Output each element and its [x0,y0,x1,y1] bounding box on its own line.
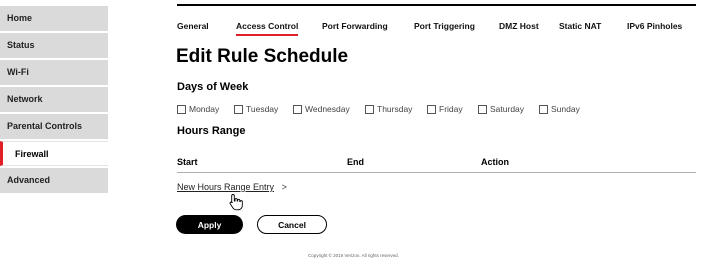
column-header-action: Action [481,157,509,167]
day-label: Thursday [377,104,413,114]
sidebar-item-home[interactable]: Home [0,6,108,31]
sidebar-item-status[interactable]: Status [0,33,108,58]
days-of-week-heading: Days of Week [177,81,249,93]
sidebar-item-parental-controls[interactable]: Parental Controls [0,114,108,139]
day-wednesday-option[interactable]: Wednesday [293,104,350,114]
wednesday-checkbox[interactable] [293,104,302,114]
tab-general[interactable]: General [177,21,209,31]
apply-button[interactable]: Apply [176,215,243,234]
table-divider [177,172,696,173]
day-sunday-option[interactable]: Sunday [539,104,580,114]
day-label: Sunday [551,104,580,114]
cancel-button[interactable]: Cancel [257,215,327,234]
hand-pointer-cursor-icon [229,194,243,211]
day-label: Wednesday [305,104,350,114]
day-friday-option[interactable]: Friday [427,104,463,114]
thursday-checkbox[interactable] [365,104,374,114]
day-label: Monday [189,104,220,114]
copyright-footer: Copyright © 2019 Verizon. All rights res… [308,253,399,258]
sidebar-item-firewall[interactable]: Firewall [0,141,108,166]
day-label: Saturday [490,104,525,114]
day-saturday-option[interactable]: Saturday [478,104,524,114]
tab-port-forwarding[interactable]: Port Forwarding [322,21,388,31]
sidebar-item-wifi[interactable]: Wi-Fi [0,60,108,85]
sidebar-item-advanced[interactable]: Advanced [0,168,108,193]
friday-checkbox[interactable] [427,104,436,114]
page-title: Edit Rule Schedule [176,46,349,67]
tab-port-triggering[interactable]: Port Triggering [414,21,475,31]
sidebar-item-network[interactable]: Network [0,87,108,112]
top-divider [177,4,696,6]
tab-dmz-host[interactable]: DMZ Host [499,21,539,31]
new-hours-range-row: New Hours Range Entry > [177,182,287,192]
tuesday-checkbox[interactable] [234,104,243,114]
saturday-checkbox[interactable] [478,104,487,114]
sidebar: Home Status Wi-Fi Network Parental Contr… [0,6,108,195]
sunday-checkbox[interactable] [539,104,548,114]
hours-range-heading: Hours Range [177,125,246,137]
day-label: Tuesday [246,104,279,114]
day-monday-option[interactable]: Monday [177,104,219,114]
column-header-end: End [347,157,364,167]
column-header-start: Start [177,157,198,167]
day-thursday-option[interactable]: Thursday [365,104,412,114]
day-tuesday-option[interactable]: Tuesday [234,104,278,114]
monday-checkbox[interactable] [177,104,186,114]
chevron-right-icon: > [281,182,287,192]
day-label: Friday [439,104,463,114]
tab-access-control[interactable]: Access Control [236,21,299,36]
tab-static-nat[interactable]: Static NAT [559,21,601,31]
tab-ipv6-pinholes[interactable]: IPv6 Pinholes [627,21,682,31]
new-hours-range-entry-link[interactable]: New Hours Range Entry [177,182,274,192]
